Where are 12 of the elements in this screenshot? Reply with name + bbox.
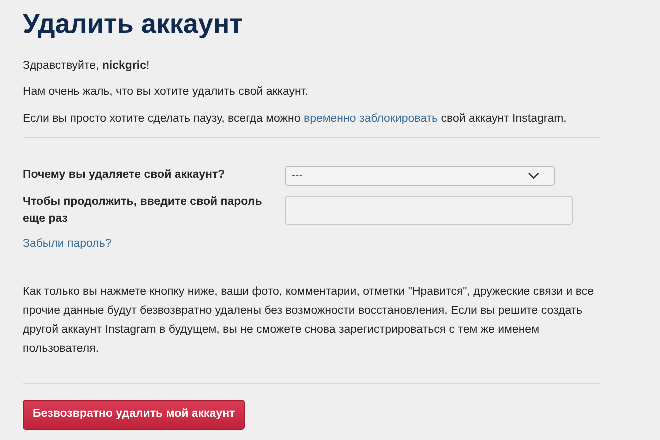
reason-select[interactable]: ---	[285, 166, 555, 186]
warning-text: Как только вы нажмете кнопку ниже, ваши фото, комментарии, отметки "Нравится", дружеские связи и все прочие данные будут безвозвратно удалены без возможности восстановления. Если вы решите создать другой аккаунт Instagram в будущем, вы не сможете снова зарегистрироваться с тем же именем пользователя.	[23, 285, 595, 358]
password-label: Чтобы продолжить, введите свой пароль еще раз	[23, 194, 264, 227]
forgot-password-link[interactable]: Забыли пароль?	[23, 238, 112, 250]
greeting-text: Здравствуйте, nickgric!	[23, 59, 151, 74]
block-link[interactable]: временно заблокировать	[304, 112, 438, 125]
page-title: Удалить аккаунт	[23, 8, 244, 40]
sorry-text: Нам очень жаль, что вы хотите удалить свой аккаунт.	[23, 85, 310, 100]
reason-label: Почему вы удаляете свой аккаунт?	[23, 168, 226, 184]
pause-text: Если вы просто хотите сделать паузу, всегда можно временно заблокировать свой аккаунт Instagram.	[23, 112, 568, 127]
delete-account-button[interactable]: Безвозвратно удалить мой аккаунт	[23, 400, 246, 430]
password-field[interactable]	[285, 196, 573, 226]
